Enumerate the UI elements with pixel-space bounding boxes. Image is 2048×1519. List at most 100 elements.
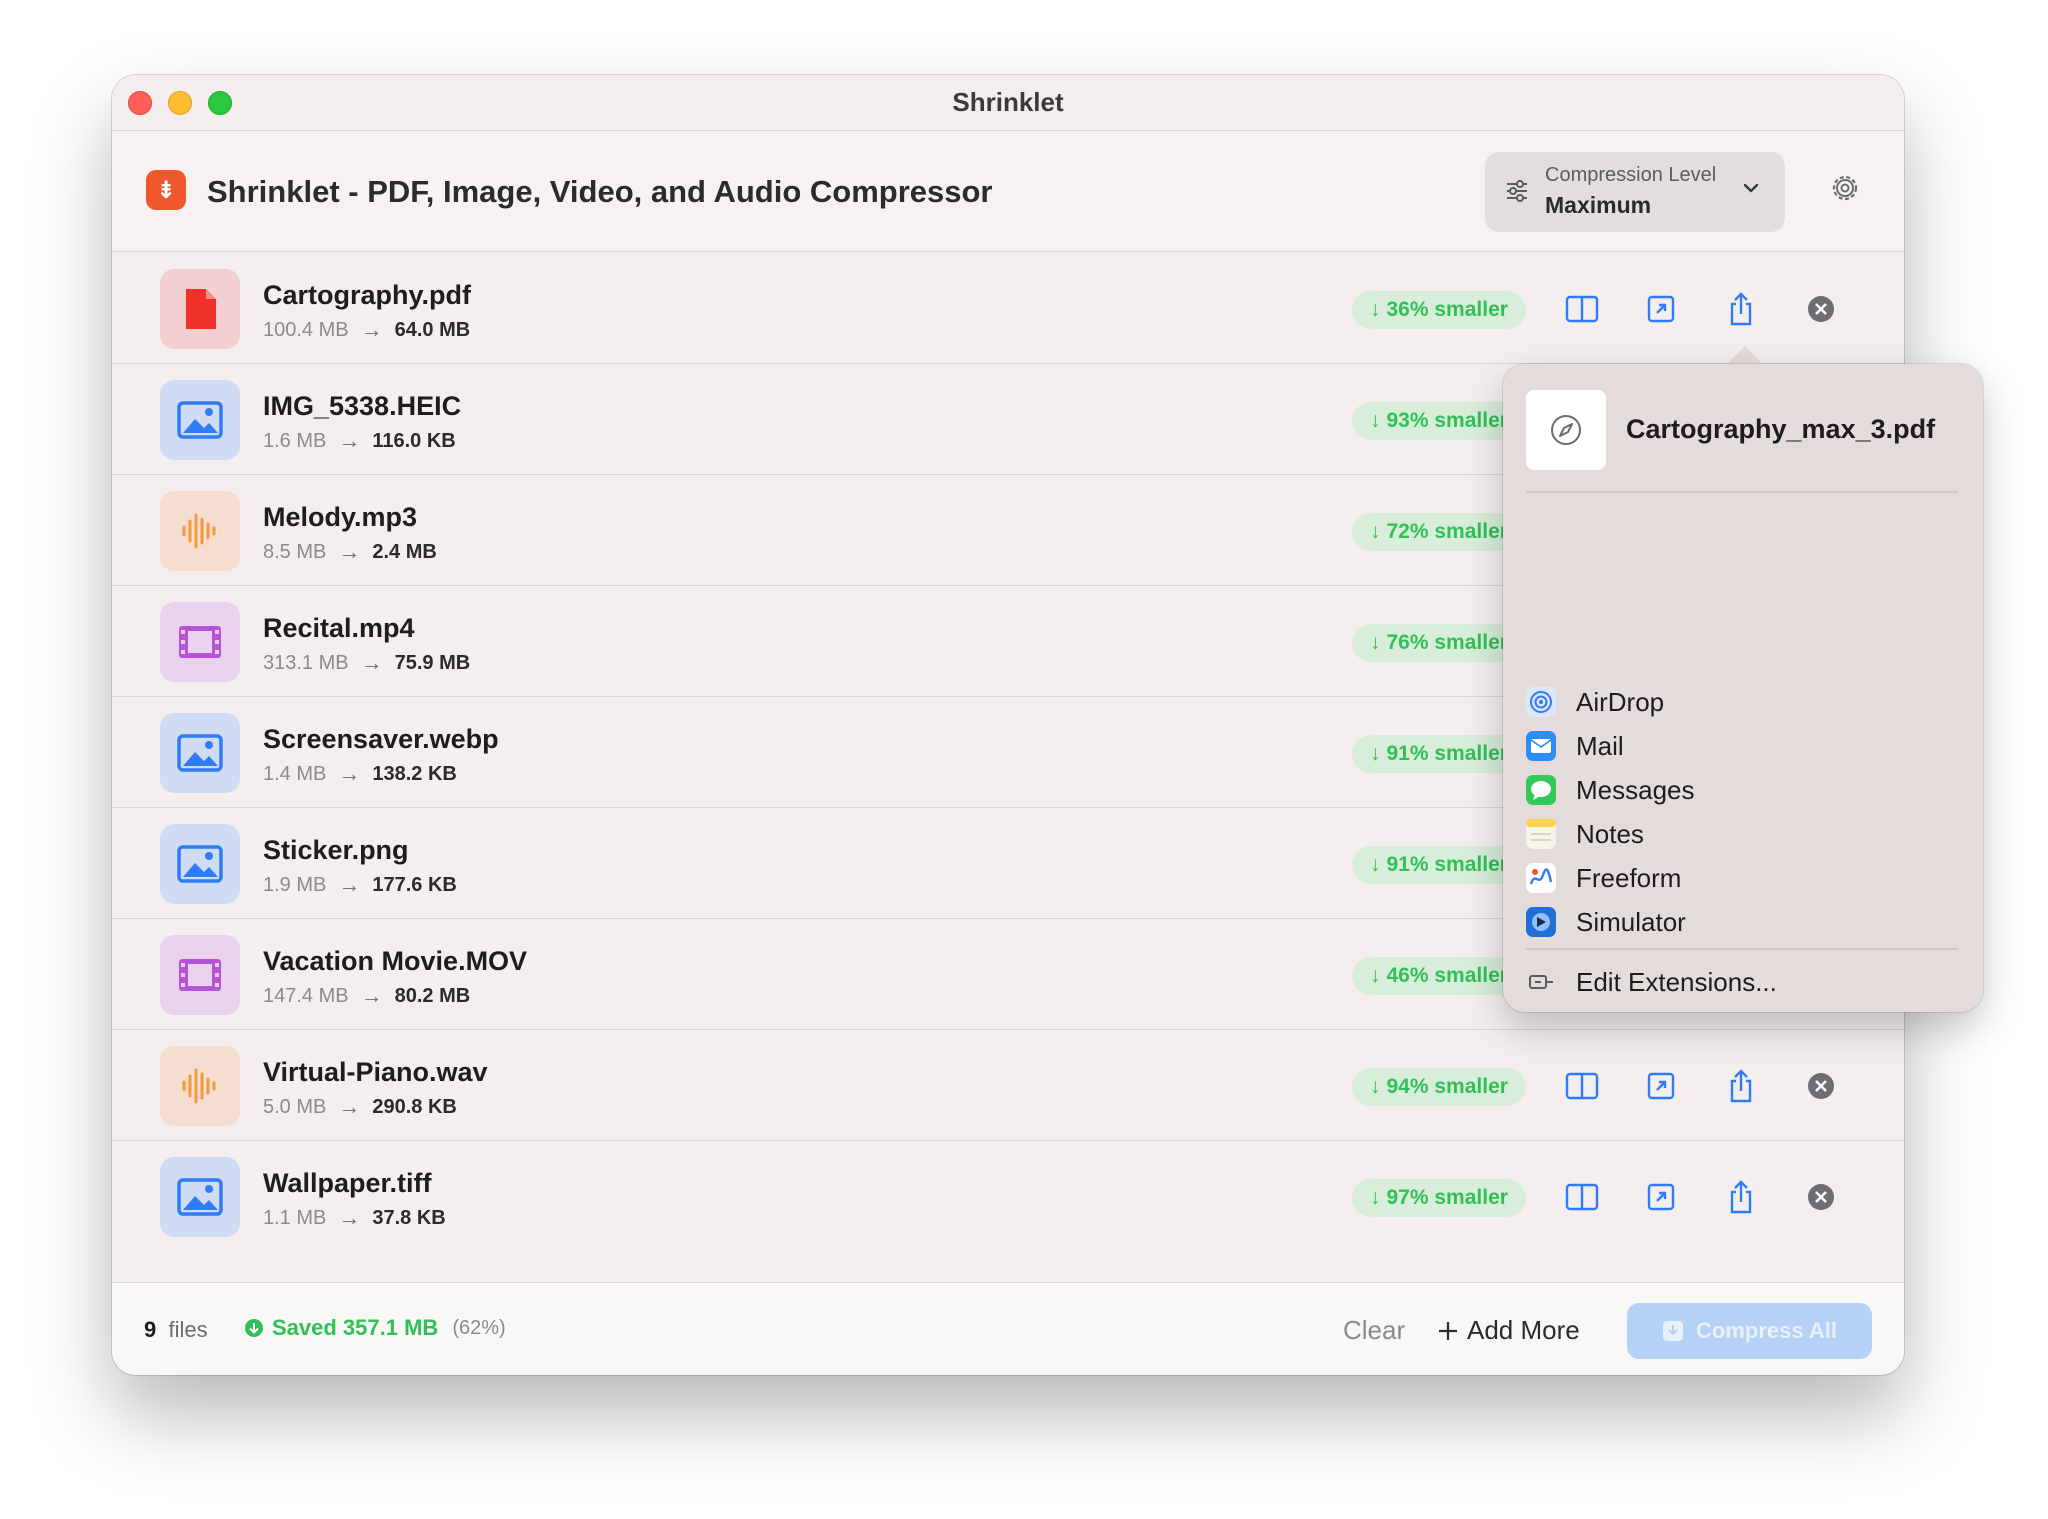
file-thumbnail bbox=[1526, 390, 1606, 470]
compressed-size: 80.2 MB bbox=[394, 984, 471, 1007]
share-item-simulator[interactable]: Simulator bbox=[1526, 900, 1958, 944]
arrow-right-icon: → bbox=[338, 428, 361, 453]
file-type-icon bbox=[160, 269, 240, 349]
file-row[interactable]: Virtual-Piano.wav 5.0 MB → 290.8 KB ↓ 94% sma… bbox=[112, 1030, 1904, 1141]
share-button[interactable] bbox=[1721, 1177, 1761, 1217]
compare-button[interactable] bbox=[1562, 1066, 1602, 1106]
share-item-messages[interactable]: Messages bbox=[1526, 768, 1958, 812]
reduction-text: 91% smaller bbox=[1386, 853, 1508, 876]
share-item-notes[interactable]: Notes bbox=[1526, 812, 1958, 856]
share-button[interactable] bbox=[1721, 1066, 1761, 1106]
saved-check-icon bbox=[245, 1319, 263, 1337]
close-window-button[interactable] bbox=[128, 91, 152, 115]
saved-summary: Saved 357.1 MB (62%) bbox=[244, 1315, 506, 1341]
saved-percent: (62%) bbox=[452, 1316, 506, 1339]
compressed-size: 2.4 MB bbox=[372, 540, 437, 563]
file-name: Recital.mp4 bbox=[263, 613, 415, 643]
reduction-text: 97% smaller bbox=[1386, 1186, 1508, 1209]
file-row[interactable]: Wallpaper.tiff 1.1 MB → 37.8 KB ↓ 97% smaller bbox=[112, 1141, 1904, 1252]
messages-icon bbox=[1526, 775, 1556, 805]
zoom-window-button[interactable] bbox=[208, 91, 232, 115]
file-sizes: 147.4 MB → 80.2 MB bbox=[263, 983, 470, 1009]
compress-all-button[interactable]: Compress All bbox=[1627, 1303, 1872, 1359]
share-button[interactable] bbox=[1721, 289, 1761, 329]
share-popover-arrow bbox=[1725, 346, 1765, 366]
arrow-right-icon: → bbox=[360, 983, 383, 1008]
file-count-number: 9 bbox=[144, 1317, 157, 1342]
settings-button[interactable] bbox=[1827, 170, 1863, 206]
add-more-label: Add More bbox=[1467, 1315, 1580, 1345]
open-external-button[interactable] bbox=[1641, 1177, 1681, 1217]
compressed-size: 290.8 KB bbox=[372, 1095, 457, 1118]
chevron-down-icon bbox=[1743, 183, 1759, 193]
film-icon bbox=[179, 626, 221, 658]
file-name: Screensaver.webp bbox=[263, 724, 499, 754]
file-count-label: files bbox=[168, 1317, 208, 1342]
file-name: Wallpaper.tiff bbox=[263, 1168, 432, 1198]
file-sizes: 1.9 MB → 177.6 KB bbox=[263, 872, 457, 898]
file-type-icon bbox=[160, 713, 240, 793]
mail-icon bbox=[1526, 731, 1556, 761]
compression-level-value: Maximum bbox=[1545, 192, 1652, 218]
reduction-text: 72% smaller bbox=[1386, 520, 1508, 543]
reduction-badge: ↓ 97% smaller bbox=[1352, 1179, 1526, 1217]
compress-icon bbox=[1662, 1321, 1683, 1341]
open-external-icon bbox=[1647, 1183, 1675, 1211]
image-file-icon bbox=[177, 734, 223, 772]
open-external-button[interactable] bbox=[1641, 1066, 1681, 1106]
compress-all-label: Compress All bbox=[1695, 1318, 1837, 1343]
title-bar: Shrinklet bbox=[112, 75, 1904, 131]
plus-icon bbox=[1439, 1321, 1457, 1340]
edit-extensions-label: Edit Extensions... bbox=[1576, 966, 1777, 997]
remove-button[interactable] bbox=[1801, 1066, 1841, 1106]
compare-button[interactable] bbox=[1562, 1177, 1602, 1217]
compare-icon bbox=[1565, 1072, 1599, 1100]
file-name: Virtual-Piano.wav bbox=[263, 1057, 488, 1087]
compression-level-dropdown[interactable]: Compression Level Maximum bbox=[1485, 152, 1785, 232]
original-size: 313.1 MB bbox=[263, 651, 349, 674]
original-size: 100.4 MB bbox=[263, 318, 349, 341]
minimize-window-button[interactable] bbox=[168, 91, 192, 115]
compressed-size: 138.2 KB bbox=[372, 762, 457, 785]
image-file-icon bbox=[177, 845, 223, 883]
share-icon bbox=[1730, 292, 1752, 326]
open-external-icon bbox=[1647, 1072, 1675, 1100]
open-external-button[interactable] bbox=[1641, 289, 1681, 329]
gear-icon bbox=[1832, 175, 1858, 201]
film-icon bbox=[179, 959, 221, 991]
app-heading: Shrinklet - PDF, Image, Video, and Audio… bbox=[207, 174, 993, 209]
original-size: 1.1 MB bbox=[263, 1206, 327, 1229]
file-sizes: 1.4 MB → 138.2 KB bbox=[263, 761, 457, 787]
arrow-down-icon: ↓ bbox=[1370, 1186, 1381, 1209]
file-type-icon bbox=[160, 491, 240, 571]
reduction-text: 93% smaller bbox=[1386, 409, 1508, 432]
share-item-airdrop[interactable]: AirDrop bbox=[1526, 680, 1958, 724]
file-sizes: 100.4 MB → 64.0 MB bbox=[263, 317, 470, 343]
sliders-icon bbox=[1507, 180, 1527, 202]
file-row[interactable]: Cartography.pdf 100.4 MB → 64.0 MB ↓ 36% smal… bbox=[112, 253, 1904, 364]
reduction-badge: ↓ 46% smaller bbox=[1352, 957, 1526, 995]
reduction-badge: ↓ 72% smaller bbox=[1352, 513, 1526, 551]
share-item-freeform[interactable]: Freeform bbox=[1526, 856, 1958, 900]
edit-extensions-item[interactable]: Edit Extensions... bbox=[1526, 962, 1777, 1002]
window-controls bbox=[128, 91, 232, 115]
compare-button[interactable] bbox=[1562, 289, 1602, 329]
share-icon bbox=[1730, 1180, 1752, 1214]
divider bbox=[1526, 948, 1958, 950]
simulator-icon bbox=[1526, 907, 1556, 937]
compare-icon bbox=[1565, 295, 1599, 323]
share-item-label: Simulator bbox=[1576, 906, 1686, 937]
window-title: Shrinklet bbox=[952, 87, 1064, 117]
compressed-size: 116.0 KB bbox=[372, 429, 456, 452]
close-circle-icon bbox=[1808, 1184, 1834, 1210]
notes-icon bbox=[1526, 819, 1556, 849]
share-item-mail[interactable]: Mail bbox=[1526, 724, 1958, 768]
remove-button[interactable] bbox=[1801, 289, 1841, 329]
file-name: Cartography.pdf bbox=[263, 280, 471, 310]
compare-icon bbox=[1565, 1183, 1599, 1211]
add-more-button[interactable]: Add More bbox=[1437, 1315, 1580, 1346]
remove-button[interactable] bbox=[1801, 1177, 1841, 1217]
arrow-down-icon: ↓ bbox=[1370, 742, 1381, 765]
open-external-icon bbox=[1647, 295, 1675, 323]
clear-button[interactable]: Clear bbox=[1343, 1315, 1405, 1346]
